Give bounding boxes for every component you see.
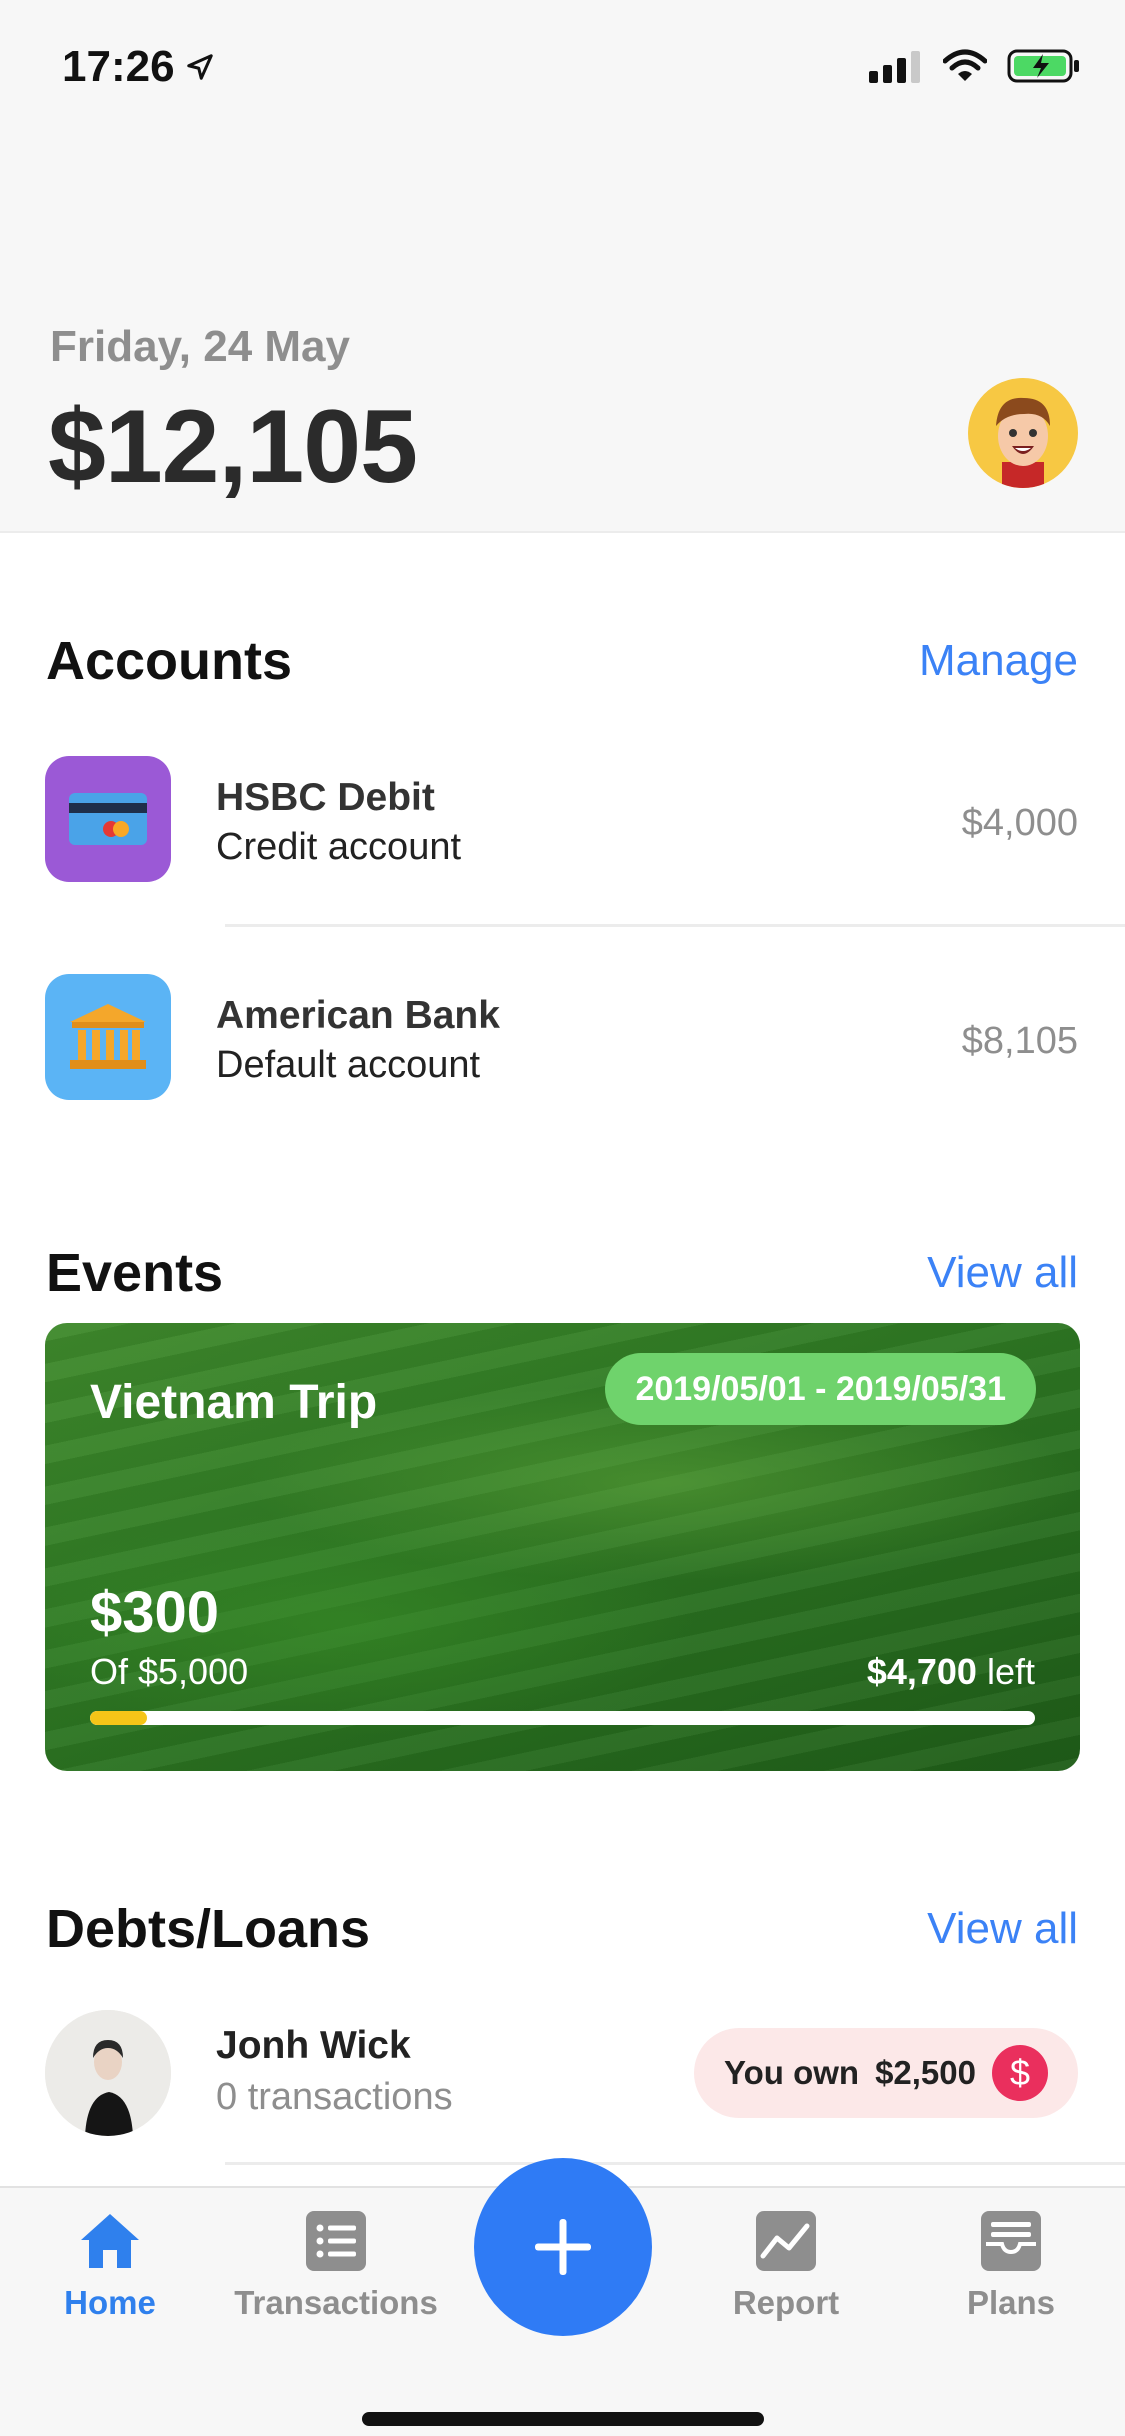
- divider: [225, 2162, 1125, 2165]
- person-photo-icon: [45, 2010, 171, 2136]
- account-icon-tile: [45, 756, 171, 882]
- user-avatar[interactable]: [968, 378, 1078, 488]
- debt-row[interactable]: Jonh Wick 0 transactions You own $2,500 …: [0, 2000, 1125, 2160]
- add-transaction-button[interactable]: [474, 2158, 652, 2336]
- tab-label: Transactions: [234, 2284, 438, 2321]
- inbox-tray-icon: [981, 2211, 1041, 2271]
- account-amount: $4,000: [961, 802, 1078, 844]
- event-card-vietnam-trip[interactable]: Vietnam Trip 2019/05/01 - 2019/05/31 $30…: [45, 1323, 1080, 1771]
- debtor-name: Jonh Wick: [216, 2024, 411, 2067]
- event-title: Vietnam Trip: [90, 1376, 378, 1429]
- event-spent-amount: $300: [90, 1580, 220, 1645]
- account-amount: $8,105: [961, 1020, 1078, 1062]
- account-type: Default account: [216, 1044, 481, 1086]
- tab-transactions[interactable]: Transactions: [234, 2208, 438, 2322]
- bank-icon: [70, 1004, 146, 1069]
- event-remaining-amount: $4,700: [866, 1651, 977, 1692]
- debt-amount-badge: You own $2,500 $: [694, 2028, 1078, 2118]
- tab-label: Home: [64, 2284, 156, 2321]
- event-progress-fill: [90, 1711, 147, 1725]
- divider: [225, 924, 1125, 927]
- total-balance: $12,105: [48, 389, 418, 505]
- event-progress-bar: [90, 1711, 1035, 1725]
- account-icon-tile: [45, 974, 171, 1100]
- tab-home[interactable]: Home: [10, 2208, 210, 2322]
- account-name: American Bank: [216, 994, 500, 1037]
- tab-plans[interactable]: Plans: [911, 2208, 1111, 2322]
- account-type: Credit account: [216, 826, 462, 868]
- events-title: Events: [46, 1243, 224, 1303]
- debts-view-all-link[interactable]: View all: [927, 1904, 1078, 1954]
- list-icon: [306, 2211, 366, 2271]
- cellular-signal-icon: [869, 51, 920, 83]
- event-remaining-label: left: [986, 1651, 1035, 1692]
- event-budget-total: Of $5,000: [90, 1651, 249, 1692]
- debt-label: You own: [724, 2054, 860, 2091]
- dollar-icon: $: [992, 2045, 1048, 2101]
- debts-title: Debts/Loans: [46, 1899, 371, 1959]
- credit-card-icon: [69, 793, 147, 845]
- wifi-icon: [943, 49, 987, 81]
- home-indicator: [362, 2412, 764, 2426]
- report-chart-icon: [756, 2211, 816, 2271]
- home-icon: [81, 2214, 139, 2268]
- tab-label: Plans: [966, 2284, 1056, 2321]
- battery-charging-icon: [1007, 49, 1079, 83]
- account-row-american-bank[interactable]: American Bank Default account $8,105: [0, 936, 1125, 1154]
- current-date: Friday, 24 May: [50, 322, 350, 371]
- debtor-transactions: 0 transactions: [216, 2076, 453, 2118]
- account-row-hsbc[interactable]: HSBC Debit Credit account $4,000: [0, 718, 1125, 936]
- debtor-avatar: [45, 2010, 171, 2136]
- status-bar-time: 17:26: [62, 42, 215, 92]
- events-view-all-link[interactable]: View all: [927, 1248, 1078, 1298]
- accounts-title: Accounts: [46, 631, 293, 691]
- debt-amount: $2,500: [875, 2054, 976, 2091]
- event-remaining: $4,700 left: [867, 1651, 1035, 1693]
- plus-icon: [535, 2219, 591, 2275]
- account-name: HSBC Debit: [216, 776, 435, 819]
- time-text: 17:26: [62, 42, 175, 91]
- tab-label: Report: [732, 2284, 840, 2321]
- tab-report[interactable]: Report: [686, 2208, 886, 2322]
- location-arrow-icon: [186, 54, 213, 80]
- event-date-range-badge: 2019/05/01 - 2019/05/31: [605, 1353, 1036, 1425]
- avatar-face-icon: [996, 397, 1050, 488]
- header: 17:26 Friday, 24 May $12,105: [0, 0, 1125, 533]
- status-icons: [869, 48, 1081, 84]
- tab-bar: Home Transactions Report Plans: [0, 2158, 1125, 2436]
- manage-accounts-link[interactable]: Manage: [919, 636, 1078, 686]
